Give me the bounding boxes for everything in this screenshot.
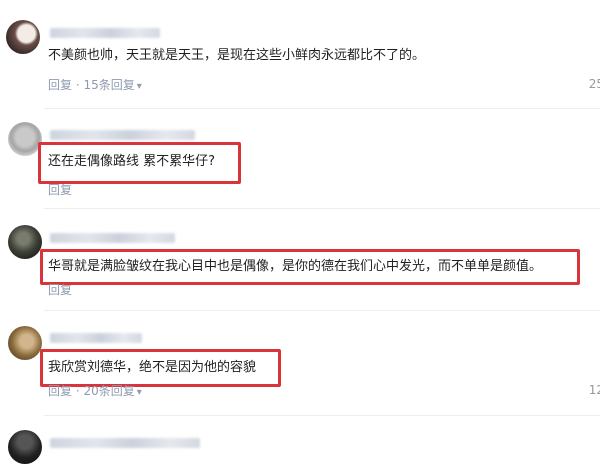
chevron-down-icon[interactable]: ▾ [137,387,142,398]
username[interactable] [50,438,200,448]
comment-actions: 回复 · 15条回复 ▾ [48,77,142,95]
comment-text: 不美颜也帅，天王就是天王，是现在这些小鲜肉永远都比不了的。 [48,48,426,63]
username[interactable] [50,130,195,140]
like-count: 25 [588,77,600,91]
comment-item: 我欣赏刘德华，绝不是因为他的容貌 回复 · 20条回复▾ 12 [0,310,600,420]
chevron-down-icon[interactable]: ▾ [137,81,142,92]
like-count: 12 [588,383,600,397]
comment-item: 还在走偶像路线 累不累华仔? 回复 [0,110,600,210]
avatar[interactable] [8,430,42,464]
view-replies-button[interactable]: 15条回复 [83,78,134,92]
comment-actions: 回复 [48,182,72,198]
reply-button[interactable]: 回复 [48,183,72,197]
comment-item: 不美颜也帅，天王就是天王，是现在这些小鲜肉永远都比不了的。 回复 · 15条回复… [0,0,600,110]
avatar[interactable] [8,122,42,156]
divider [44,415,600,416]
username[interactable] [50,233,175,243]
reply-button[interactable]: 回复 [48,78,72,92]
avatar[interactable] [6,20,40,54]
username[interactable] [50,333,142,343]
divider [44,108,600,109]
comment-item: 华哥就是满脸皱纹在我心目中也是偶像，是你的德在我们心中发光，而不单单是颜值。 回… [0,210,600,311]
separator: · [72,384,84,398]
divider [44,208,600,209]
comment-actions: 回复 [48,282,72,298]
reply-button[interactable]: 回复 [48,384,72,398]
avatar[interactable] [8,326,42,360]
reply-button[interactable]: 回复 [48,283,72,297]
comment-text: 还在走偶像路线 累不累华仔? [48,154,216,169]
avatar[interactable] [8,225,42,259]
comment-actions: 回复 · 20条回复 ▾ [48,383,142,401]
comment-text: 华哥就是满脸皱纹在我心目中也是偶像，是你的德在我们心中发光，而不单单是颜值。 [48,259,543,274]
comment-text: 我欣赏刘德华，绝不是因为他的容貌 [48,360,257,375]
view-replies-button[interactable]: 20条回复 [83,384,134,398]
comment-item [0,420,600,464]
username[interactable] [50,28,160,38]
separator: · [72,78,84,92]
